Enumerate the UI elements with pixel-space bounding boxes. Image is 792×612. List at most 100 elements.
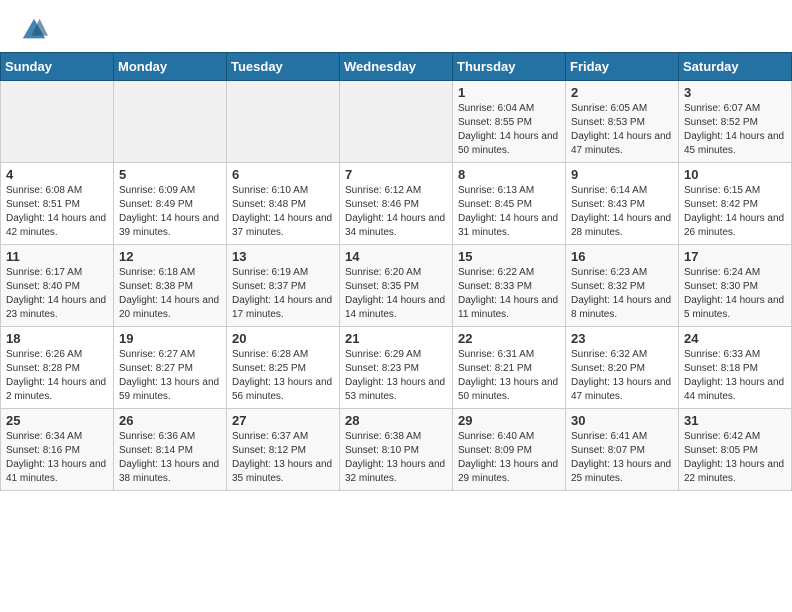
day-info: Sunrise: 6:14 AM Sunset: 8:43 PM Dayligh… xyxy=(571,184,673,240)
calendar-cell: 22 Sunrise: 6:31 AM Sunset: 8:21 PM Dayli… xyxy=(453,327,566,409)
day-info: Sunrise: 6:40 AM Sunset: 8:09 PM Dayligh… xyxy=(458,430,560,486)
day-number: 27 xyxy=(232,413,334,428)
calendar-week-3: 11 Sunrise: 6:17 AM Sunset: 8:40 PM Dayli… xyxy=(1,245,792,327)
calendar-cell: 27 Sunrise: 6:37 AM Sunset: 8:12 PM Dayli… xyxy=(227,409,340,491)
day-info: Sunrise: 6:05 AM Sunset: 8:53 PM Dayligh… xyxy=(571,102,673,158)
weekday-header-thursday: Thursday xyxy=(453,53,566,81)
day-number: 8 xyxy=(458,167,560,182)
day-number: 31 xyxy=(684,413,786,428)
day-info: Sunrise: 6:42 AM Sunset: 8:05 PM Dayligh… xyxy=(684,430,786,486)
weekday-header-wednesday: Wednesday xyxy=(340,53,453,81)
day-number: 2 xyxy=(571,85,673,100)
calendar-cell xyxy=(227,81,340,163)
day-info: Sunrise: 6:26 AM Sunset: 8:28 PM Dayligh… xyxy=(6,348,108,404)
calendar-cell: 10Sunrise: 6:15 AM Sunset: 8:42 PM Dayli… xyxy=(679,163,792,245)
day-info: Sunrise: 6:33 AM Sunset: 8:18 PM Dayligh… xyxy=(684,348,786,404)
day-info: Sunrise: 6:13 AM Sunset: 8:45 PM Dayligh… xyxy=(458,184,560,240)
day-info: Sunrise: 6:37 AM Sunset: 8:12 PM Dayligh… xyxy=(232,430,334,486)
weekday-header-friday: Friday xyxy=(566,53,679,81)
calendar-cell: 25 Sunrise: 6:34 AM Sunset: 8:16 PM Dayli… xyxy=(1,409,114,491)
calendar-cell: 8 Sunrise: 6:13 AM Sunset: 8:45 PM Daylig… xyxy=(453,163,566,245)
calendar-cell: 12 Sunrise: 6:18 AM Sunset: 8:38 PM Dayli… xyxy=(114,245,227,327)
day-info: Sunrise: 6:36 AM Sunset: 8:14 PM Dayligh… xyxy=(119,430,221,486)
day-number: 23 xyxy=(571,331,673,346)
calendar-cell: 29Sunrise: 6:40 AM Sunset: 8:09 PM Dayli… xyxy=(453,409,566,491)
day-number: 5 xyxy=(119,167,221,182)
logo xyxy=(20,16,52,44)
day-number: 7 xyxy=(345,167,447,182)
calendar-cell: 24 Sunrise: 6:33 AM Sunset: 8:18 PM Dayli… xyxy=(679,327,792,409)
day-info: Sunrise: 6:20 AM Sunset: 8:35 PM Dayligh… xyxy=(345,266,447,322)
day-info: Sunrise: 6:34 AM Sunset: 8:16 PM Dayligh… xyxy=(6,430,108,486)
day-number: 1 xyxy=(458,85,560,100)
day-number: 20 xyxy=(232,331,334,346)
day-info: Sunrise: 6:17 AM Sunset: 8:40 PM Dayligh… xyxy=(6,266,108,322)
calendar-cell: 9Sunrise: 6:14 AM Sunset: 8:43 PM Daylig… xyxy=(566,163,679,245)
day-number: 6 xyxy=(232,167,334,182)
calendar-cell: 31 Sunrise: 6:42 AM Sunset: 8:05 PM Dayli… xyxy=(679,409,792,491)
day-info: Sunrise: 6:29 AM Sunset: 8:23 PM Dayligh… xyxy=(345,348,447,404)
day-number: 21 xyxy=(345,331,447,346)
calendar-cell: 17 Sunrise: 6:24 AM Sunset: 8:30 PM Dayli… xyxy=(679,245,792,327)
day-info: Sunrise: 6:22 AM Sunset: 8:33 PM Dayligh… xyxy=(458,266,560,322)
day-number: 13 xyxy=(232,249,334,264)
calendar-cell: 20 Sunrise: 6:28 AM Sunset: 8:25 PM Dayli… xyxy=(227,327,340,409)
calendar-cell: 18Sunrise: 6:26 AM Sunset: 8:28 PM Dayli… xyxy=(1,327,114,409)
day-number: 4 xyxy=(6,167,108,182)
calendar-week-4: 18Sunrise: 6:26 AM Sunset: 8:28 PM Dayli… xyxy=(1,327,792,409)
day-number: 3 xyxy=(684,85,786,100)
calendar-cell: 16 Sunrise: 6:23 AM Sunset: 8:32 PM Dayli… xyxy=(566,245,679,327)
weekday-header-tuesday: Tuesday xyxy=(227,53,340,81)
day-number: 22 xyxy=(458,331,560,346)
day-info: Sunrise: 6:28 AM Sunset: 8:25 PM Dayligh… xyxy=(232,348,334,404)
calendar-cell: 11 Sunrise: 6:17 AM Sunset: 8:40 PM Dayli… xyxy=(1,245,114,327)
day-info: Sunrise: 6:32 AM Sunset: 8:20 PM Dayligh… xyxy=(571,348,673,404)
day-number: 17 xyxy=(684,249,786,264)
calendar-cell: 5Sunrise: 6:09 AM Sunset: 8:49 PM Daylig… xyxy=(114,163,227,245)
day-info: Sunrise: 6:10 AM Sunset: 8:48 PM Dayligh… xyxy=(232,184,334,240)
calendar-week-1: 1 Sunrise: 6:04 AM Sunset: 8:55 PM Daylig… xyxy=(1,81,792,163)
day-info: Sunrise: 6:31 AM Sunset: 8:21 PM Dayligh… xyxy=(458,348,560,404)
calendar-cell: 7 Sunrise: 6:12 AM Sunset: 8:46 PM Daylig… xyxy=(340,163,453,245)
day-info: Sunrise: 6:04 AM Sunset: 8:55 PM Dayligh… xyxy=(458,102,560,158)
calendar-cell xyxy=(114,81,227,163)
day-info: Sunrise: 6:27 AM Sunset: 8:27 PM Dayligh… xyxy=(119,348,221,404)
page-header xyxy=(0,0,792,52)
calendar-week-2: 4 Sunrise: 6:08 AM Sunset: 8:51 PM Daylig… xyxy=(1,163,792,245)
calendar-cell: 14 Sunrise: 6:20 AM Sunset: 8:35 PM Dayli… xyxy=(340,245,453,327)
calendar-cell: 2 Sunrise: 6:05 AM Sunset: 8:53 PM Daylig… xyxy=(566,81,679,163)
day-number: 24 xyxy=(684,331,786,346)
day-info: Sunrise: 6:23 AM Sunset: 8:32 PM Dayligh… xyxy=(571,266,673,322)
day-info: Sunrise: 6:41 AM Sunset: 8:07 PM Dayligh… xyxy=(571,430,673,486)
calendar-cell xyxy=(1,81,114,163)
day-info: Sunrise: 6:24 AM Sunset: 8:30 PM Dayligh… xyxy=(684,266,786,322)
day-number: 16 xyxy=(571,249,673,264)
calendar-cell: 28 Sunrise: 6:38 AM Sunset: 8:10 PM Dayli… xyxy=(340,409,453,491)
day-info: Sunrise: 6:38 AM Sunset: 8:10 PM Dayligh… xyxy=(345,430,447,486)
weekday-header-row: SundayMondayTuesdayWednesdayThursdayFrid… xyxy=(1,53,792,81)
day-info: Sunrise: 6:07 AM Sunset: 8:52 PM Dayligh… xyxy=(684,102,786,158)
day-info: Sunrise: 6:12 AM Sunset: 8:46 PM Dayligh… xyxy=(345,184,447,240)
day-number: 12 xyxy=(119,249,221,264)
day-info: Sunrise: 6:18 AM Sunset: 8:38 PM Dayligh… xyxy=(119,266,221,322)
day-info: Sunrise: 6:19 AM Sunset: 8:37 PM Dayligh… xyxy=(232,266,334,322)
calendar-cell: 19 Sunrise: 6:27 AM Sunset: 8:27 PM Dayli… xyxy=(114,327,227,409)
day-number: 28 xyxy=(345,413,447,428)
day-number: 19 xyxy=(119,331,221,346)
day-number: 14 xyxy=(345,249,447,264)
calendar-cell: 4 Sunrise: 6:08 AM Sunset: 8:51 PM Daylig… xyxy=(1,163,114,245)
calendar-cell xyxy=(340,81,453,163)
calendar-cell: 15Sunrise: 6:22 AM Sunset: 8:33 PM Dayli… xyxy=(453,245,566,327)
calendar-cell: 6 Sunrise: 6:10 AM Sunset: 8:48 PM Daylig… xyxy=(227,163,340,245)
calendar-cell: 23 Sunrise: 6:32 AM Sunset: 8:20 PM Dayli… xyxy=(566,327,679,409)
day-number: 25 xyxy=(6,413,108,428)
day-info: Sunrise: 6:08 AM Sunset: 8:51 PM Dayligh… xyxy=(6,184,108,240)
day-number: 30 xyxy=(571,413,673,428)
day-number: 11 xyxy=(6,249,108,264)
day-number: 26 xyxy=(119,413,221,428)
calendar-table: SundayMondayTuesdayWednesdayThursdayFrid… xyxy=(0,52,792,491)
calendar-week-5: 25 Sunrise: 6:34 AM Sunset: 8:16 PM Dayli… xyxy=(1,409,792,491)
logo-icon xyxy=(20,16,48,44)
calendar-cell: 1 Sunrise: 6:04 AM Sunset: 8:55 PM Daylig… xyxy=(453,81,566,163)
calendar-cell: 3 Sunrise: 6:07 AM Sunset: 8:52 PM Daylig… xyxy=(679,81,792,163)
